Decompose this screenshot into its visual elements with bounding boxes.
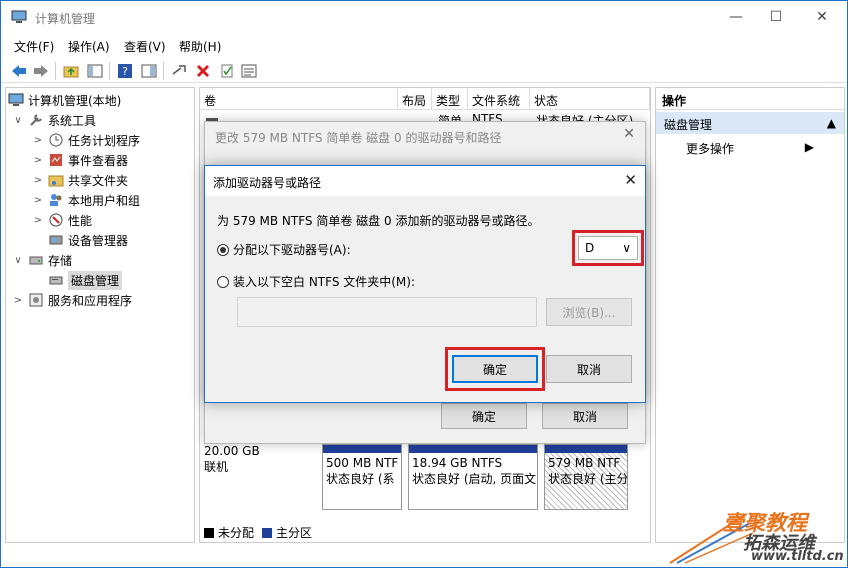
partition-selected[interactable]: 579 MB NTF 状态良好 (主分 xyxy=(544,444,628,510)
menu-action[interactable]: 操作(A) xyxy=(68,38,110,55)
users-icon xyxy=(48,192,64,208)
tree-item-shared-folders[interactable]: > 共享文件夹 xyxy=(32,170,128,190)
chevron-right-icon[interactable]: > xyxy=(32,155,44,166)
disk-state: 联机 xyxy=(204,460,229,474)
column-header-layout[interactable]: 布局 xyxy=(398,88,432,110)
legend-unallocated: 未分配 xyxy=(218,526,255,540)
navigation-tree: 计算机管理(本地) ∨ 系统工具 > 任务计划程序 > 事件查看器 > 共享文件… xyxy=(5,87,195,543)
computer-management-icon xyxy=(11,10,27,24)
highlight-drive-letter xyxy=(572,230,644,266)
actions-pane: 操作 磁盘管理 ▲ 更多操作 ▶ xyxy=(655,87,845,543)
mount-folder-radio[interactable]: 装入以下空白 NTFS 文件夹中(M): xyxy=(217,273,415,290)
help-icon[interactable]: ? xyxy=(115,61,135,81)
change-dialog-ok-button[interactable]: 确定 xyxy=(441,403,527,429)
tree-item-event-viewer[interactable]: > 事件查看器 xyxy=(32,150,128,170)
chevron-down-icon[interactable]: ∨ xyxy=(12,255,24,266)
delete-icon[interactable] xyxy=(193,61,213,81)
tree-item-root[interactable]: 计算机管理(本地) xyxy=(8,90,121,110)
actions-section-disk-management[interactable]: 磁盘管理 ▲ xyxy=(656,112,844,134)
shared-folder-icon xyxy=(48,172,64,188)
partition-boot[interactable]: 18.94 GB NTFS 状态良好 (启动, 页面文 xyxy=(408,444,538,510)
maximize-button[interactable]: ☐ xyxy=(753,1,799,33)
tree-item-disk-management[interactable]: 磁盘管理 xyxy=(48,270,123,290)
column-header-type[interactable]: 类型 xyxy=(432,88,468,110)
collapse-up-icon[interactable]: ▲ xyxy=(827,116,836,130)
highlight-ok-button xyxy=(445,347,545,391)
add-dialog-description: 为 579 MB NTFS 简单卷 磁盘 0 添加新的驱动器号或路径。 xyxy=(217,214,540,228)
radio-unselected-icon[interactable] xyxy=(217,275,229,288)
add-drive-letter-dialog: 添加驱动器号或路径 ✕ 为 579 MB NTFS 简单卷 磁盘 0 添加新的驱… xyxy=(204,165,646,403)
more-actions-item[interactable]: 更多操作 ▶ xyxy=(656,138,844,158)
services-icon xyxy=(28,292,44,308)
watermark: 壹聚教程 拓森运维 www.tlltd.cn xyxy=(665,505,845,565)
column-header-filesystem[interactable]: 文件系统 xyxy=(468,88,530,110)
tree-item-performance[interactable]: > 性能 xyxy=(32,210,92,230)
chevron-right-icon[interactable]: > xyxy=(32,135,44,146)
check-icon[interactable] xyxy=(217,61,237,81)
chevron-right-icon[interactable]: > xyxy=(32,175,44,186)
assign-letter-radio[interactable]: 分配以下驱动器号(A): xyxy=(217,241,351,258)
folder-path-input[interactable] xyxy=(237,297,537,327)
tree-item-local-users[interactable]: > 本地用户和组 xyxy=(32,190,140,210)
radio-selected-icon[interactable] xyxy=(217,243,229,256)
disk-icon xyxy=(48,272,64,288)
actions-header: 操作 xyxy=(656,88,844,110)
svg-text:?: ? xyxy=(122,65,128,78)
add-dialog-cancel-button[interactable]: 取消 xyxy=(546,355,632,383)
disk-map: 20.00 GB 联机 500 MB NTF 状态良好 (系 18.94 GB N… xyxy=(200,438,650,538)
browse-button[interactable]: 浏览(B)... xyxy=(546,298,632,326)
partition-system[interactable]: 500 MB NTF 状态良好 (系 xyxy=(322,444,402,510)
menu-view[interactable]: 查看(V) xyxy=(124,38,166,55)
legend-primary: 主分区 xyxy=(276,526,313,540)
up-folder-icon[interactable] xyxy=(61,61,81,81)
close-icon[interactable]: ✕ xyxy=(623,126,635,142)
menu-help[interactable]: 帮助(H) xyxy=(179,38,221,55)
back-arrow-icon[interactable] xyxy=(9,61,29,81)
tree-item-services-apps[interactable]: > 服务和应用程序 xyxy=(12,290,132,310)
add-dialog-title: 添加驱动器号或路径 xyxy=(213,176,322,190)
add-dialog-titlebar: 添加驱动器号或路径 ✕ xyxy=(205,166,645,196)
tree-item-task-scheduler[interactable]: > 任务计划程序 xyxy=(32,130,140,150)
properties-pane-icon[interactable] xyxy=(139,61,159,81)
tree-item-storage[interactable]: ∨ 存储 xyxy=(12,250,72,270)
tree-item-device-manager[interactable]: 设备管理器 xyxy=(48,230,128,250)
chevron-right-icon[interactable]: > xyxy=(32,195,44,206)
list-view-icon[interactable] xyxy=(239,61,259,81)
computer-icon xyxy=(8,92,24,108)
column-header-volume[interactable]: 卷 xyxy=(200,88,398,110)
storage-icon xyxy=(28,252,44,268)
forward-arrow-icon[interactable] xyxy=(31,61,51,81)
chevron-right-icon[interactable]: > xyxy=(32,215,44,226)
show-tree-icon[interactable] xyxy=(85,61,105,81)
event-viewer-icon xyxy=(48,152,64,168)
close-button[interactable]: ✕ xyxy=(799,1,845,33)
chevron-right-icon[interactable]: > xyxy=(12,295,24,306)
tree-item-system-tools[interactable]: ∨ 系统工具 xyxy=(12,110,96,130)
title-bar: 计算机管理 — ☐ ✕ xyxy=(1,1,847,33)
legend-unallocated-swatch xyxy=(204,527,214,538)
menu-bar: 文件(F) 操作(A) 查看(V) 帮助(H) xyxy=(1,35,847,57)
toolbar: ? xyxy=(1,59,847,83)
column-header-status[interactable]: 状态 xyxy=(530,88,650,110)
close-icon[interactable]: ✕ xyxy=(624,171,637,189)
expand-right-icon: ▶ xyxy=(804,140,814,154)
clock-icon xyxy=(48,132,64,148)
chevron-down-icon[interactable]: ∨ xyxy=(12,115,24,126)
legend: 未分配 主分区 xyxy=(204,524,312,541)
connect-icon[interactable] xyxy=(169,61,189,81)
disk-size: 20.00 GB xyxy=(204,444,260,458)
watermark-line3: www.tlltd.cn xyxy=(751,549,844,564)
window-title: 计算机管理 xyxy=(35,12,96,26)
change-dialog-title: 更改 579 MB NTFS 简单卷 磁盘 0 的驱动器号和路径 xyxy=(215,131,502,145)
disk-0-label: 20.00 GB 联机 xyxy=(204,444,314,514)
legend-primary-swatch xyxy=(262,527,273,538)
performance-icon xyxy=(48,212,64,228)
tools-icon xyxy=(28,112,44,128)
menu-file[interactable]: 文件(F) xyxy=(14,38,54,55)
device-manager-icon xyxy=(48,232,64,248)
change-dialog-cancel-button[interactable]: 取消 xyxy=(542,403,628,429)
